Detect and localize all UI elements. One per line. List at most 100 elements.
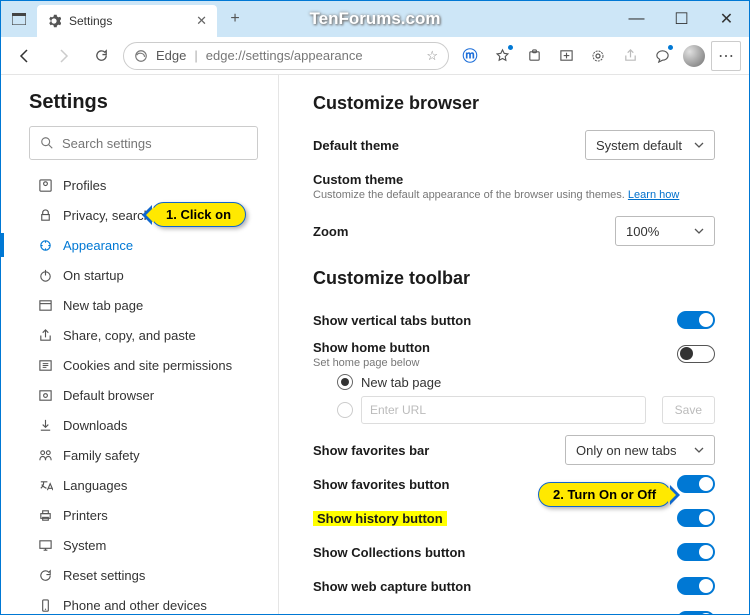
new-tab-button[interactable]: +: [221, 5, 249, 33]
chevron-down-icon: [694, 226, 704, 236]
theme-value: System default: [596, 138, 682, 153]
sidebar-item-system[interactable]: System: [29, 530, 258, 560]
toggle-switch[interactable]: [677, 577, 715, 595]
close-window-button[interactable]: ✕: [704, 1, 749, 37]
sidebar-item-cookies-and-site-permissions[interactable]: Cookies and site permissions: [29, 350, 258, 380]
feedback-icon[interactable]: [647, 41, 677, 71]
chevron-down-icon: [694, 445, 704, 455]
lang-icon: [37, 478, 53, 493]
sidebar-item-phone-and-other-devices[interactable]: Phone and other devices: [29, 590, 258, 614]
appearance-icon: [37, 238, 53, 253]
toggle-switch[interactable]: [677, 345, 715, 363]
printer-icon: [37, 508, 53, 523]
section-customize-toolbar: Customize toolbar: [313, 268, 715, 289]
zoom-value: 100%: [626, 224, 659, 239]
toolbar-extensions: ⓜ ⋯: [455, 41, 741, 71]
capture-icon[interactable]: [583, 41, 613, 71]
row-custom-theme: Custom theme Customize the default appea…: [313, 172, 715, 206]
minimize-button[interactable]: —: [614, 1, 659, 37]
sidebar-item-label: On startup: [63, 268, 124, 283]
toggle-switch[interactable]: [677, 311, 715, 329]
address-prefix: Edge: [156, 48, 186, 63]
callout-2: 2. Turn On or Off: [538, 482, 671, 507]
sidebar-item-label: Profiles: [63, 178, 106, 193]
search-icon: [40, 136, 54, 150]
sidebar-item-downloads[interactable]: Downloads: [29, 410, 258, 440]
sidebar-item-label: System: [63, 538, 106, 553]
extension-icon[interactable]: [519, 41, 549, 71]
label-favorites-bar: Show favorites bar: [313, 443, 565, 458]
dropdown-zoom[interactable]: 100%: [615, 216, 715, 246]
search-input[interactable]: [62, 136, 247, 151]
lock-icon: [37, 208, 53, 223]
tab-title: Settings: [69, 14, 188, 28]
back-button[interactable]: [9, 40, 41, 72]
reset-icon: [37, 568, 53, 583]
sidebar-item-family-safety[interactable]: Family safety: [29, 440, 258, 470]
power-icon: [37, 268, 53, 283]
address-bar[interactable]: Edge | ☆: [123, 42, 449, 70]
refresh-button[interactable]: [85, 40, 117, 72]
callout-1: 1. Click on: [151, 202, 246, 227]
sidebar-item-label: Printers: [63, 508, 108, 523]
share-icon[interactable]: [615, 41, 645, 71]
sidebar-item-label: New tab page: [63, 298, 143, 313]
sidebar-item-reset-settings[interactable]: Reset settings: [29, 560, 258, 590]
sidebar-item-share-copy-and-paste[interactable]: Share, copy, and paste: [29, 320, 258, 350]
share-icon: [37, 328, 53, 343]
browser-tab[interactable]: Settings ✕: [37, 5, 217, 37]
toggle-switch[interactable]: [677, 611, 715, 614]
favorites-bar-value: Only on new tabs: [576, 443, 676, 458]
sidebar-item-printers[interactable]: Printers: [29, 500, 258, 530]
sidebar-item-new-tab-page[interactable]: New tab page: [29, 290, 258, 320]
row-favorites-bar: Show favorites bar Only on new tabs: [313, 433, 715, 467]
radio-new-tab-page[interactable]: New tab page: [313, 371, 715, 393]
sidebar-item-label: Cookies and site permissions: [63, 358, 232, 373]
sidebar-item-label: Downloads: [63, 418, 127, 433]
sidebar-item-label: Phone and other devices: [63, 598, 207, 613]
sidebar-item-label: Appearance: [63, 238, 133, 253]
toggle-label: Show Collections button: [313, 545, 677, 560]
malwarebytes-icon[interactable]: ⓜ: [455, 41, 485, 71]
window-controls: — ☐ ✕: [614, 1, 749, 37]
search-settings[interactable]: [29, 126, 258, 160]
profile-avatar[interactable]: [679, 41, 709, 71]
maximize-button[interactable]: ☐: [659, 1, 704, 37]
dropdown-default-theme[interactable]: System default: [585, 130, 715, 160]
newtab-icon: [37, 298, 53, 313]
sidebar-item-appearance[interactable]: Appearance: [29, 230, 258, 260]
task-view-icon[interactable]: [1, 1, 37, 37]
sidebar-item-label: Default browser: [63, 388, 154, 403]
reader-icon[interactable]: ☆: [426, 48, 438, 64]
row-default-theme: Default theme System default: [313, 128, 715, 162]
row-zoom: Zoom 100%: [313, 214, 715, 248]
sidebar-item-on-startup[interactable]: On startup: [29, 260, 258, 290]
row-show-vertical-tabs-button: Show vertical tabs button: [313, 303, 715, 337]
label-zoom: Zoom: [313, 224, 615, 239]
sidebar-item-default-browser[interactable]: Default browser: [29, 380, 258, 410]
row-show-collections-button: Show Collections button: [313, 535, 715, 569]
settings-heading: Settings: [29, 91, 258, 114]
sidebar-item-languages[interactable]: Languages: [29, 470, 258, 500]
collections-icon[interactable]: [551, 41, 581, 71]
toggle-label: Show home button: [313, 340, 677, 355]
row-show-share-button: Show share button: [313, 603, 715, 614]
titlebar: Settings ✕ + — ☐ ✕: [1, 1, 749, 37]
menu-button[interactable]: ⋯: [711, 41, 741, 71]
toggle-switch[interactable]: [677, 509, 715, 527]
toggle-label: Show web capture button: [313, 579, 677, 594]
section-customize-browser: Customize browser: [313, 93, 715, 114]
close-tab-icon[interactable]: ✕: [196, 13, 207, 29]
dropdown-favorites-bar[interactable]: Only on new tabs: [565, 435, 715, 465]
label-default-theme: Default theme: [313, 138, 585, 153]
page-body: Settings ProfilesPrivacy, search, and se…: [1, 75, 749, 614]
save-button-disabled: Save: [662, 396, 715, 424]
radio-disabled-icon: [337, 402, 353, 418]
forward-button: [47, 40, 79, 72]
system-icon: [37, 538, 53, 553]
sidebar-item-profiles[interactable]: Profiles: [29, 170, 258, 200]
favorites-icon[interactable]: [487, 41, 517, 71]
learn-how-link[interactable]: Learn how: [628, 189, 679, 201]
url-input[interactable]: [206, 48, 419, 63]
toggle-switch[interactable]: [677, 543, 715, 561]
